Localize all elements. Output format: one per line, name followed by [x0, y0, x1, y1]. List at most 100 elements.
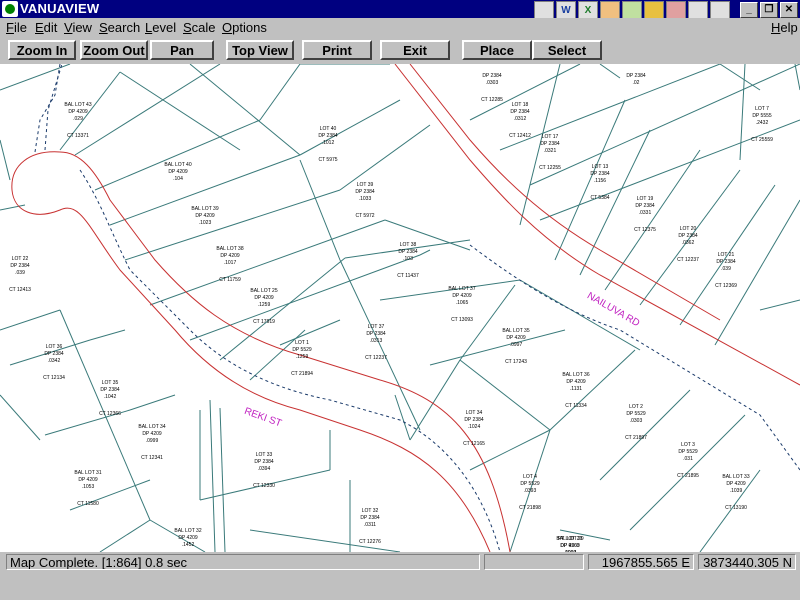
- status-northing: 3873440.305 N: [698, 554, 796, 570]
- lot-area-text: .0303: [630, 418, 643, 424]
- status-empty-panel: [484, 554, 584, 570]
- lot-dp-text: DP 2384: [44, 351, 64, 357]
- select-button[interactable]: Select: [532, 40, 602, 60]
- lot-dp-text: DP 4209: [452, 293, 472, 299]
- taskbar-tray: W X: [534, 0, 730, 19]
- lot-dp-text: DP 4209: [142, 431, 162, 437]
- zoom-in-button[interactable]: Zoom In: [8, 40, 76, 60]
- menu-help[interactable]: Help: [771, 20, 798, 35]
- lot-ct-text: CT 12412: [509, 133, 531, 139]
- lot-lot-text: LOT 4: [523, 474, 537, 480]
- status-easting: 1967855.565 E: [588, 554, 694, 570]
- pan-button[interactable]: Pan: [150, 40, 214, 60]
- lot-area-text: .1033: [359, 196, 372, 202]
- lot-ct-text: CT 5384: [590, 195, 609, 201]
- street-label-reki-st: REKI ST: [243, 406, 283, 430]
- menu-edit[interactable]: Edit: [35, 20, 57, 35]
- lot-lot-text: LOT 32: [362, 508, 379, 514]
- lot-area-text: .0303: [486, 80, 499, 86]
- powerpoint-icon[interactable]: [600, 1, 620, 19]
- lot-label: LOT 39DP 2384.1033 CT 5972: [355, 182, 375, 219]
- lot-lot-text: LOT 38: [400, 242, 417, 248]
- lot-ct-text: CT 21897: [625, 435, 647, 441]
- lot-ct-text: CT 12413: [9, 287, 31, 293]
- zoom-out-button[interactable]: Zoom Out: [80, 40, 148, 60]
- lot-ct-text: CT 17243: [505, 359, 527, 365]
- print-button[interactable]: Print: [302, 40, 372, 60]
- top-view-button[interactable]: Top View: [226, 40, 294, 60]
- lot-label: BAL LOT 31DP 4209.1053 CT 11580: [74, 470, 101, 507]
- lot-label: LOT 2DP 5529.0303 CT 21897: [625, 404, 647, 441]
- lot-ct-text: CT 12165: [463, 441, 485, 447]
- lot-label: LOT 34DP 2384.1024 CT 12165: [463, 410, 485, 447]
- lot-dp-text: DP 4209: [506, 335, 526, 341]
- menu-search[interactable]: Search: [99, 20, 140, 35]
- lot-lot-text: LOT 20: [680, 226, 697, 232]
- lot-label: LOT 37DP 2384.0313 CT 12237: [365, 324, 387, 361]
- map-canvas[interactable]: NAILUVA RD REKI ST BAL LOT 43 DP 4209.029…: [0, 64, 800, 552]
- menu-scale[interactable]: Scale: [183, 20, 216, 35]
- lot-area-text: .1259: [258, 302, 271, 308]
- excel-icon[interactable]: X: [578, 1, 598, 19]
- lot-ct-text: CT 21895: [677, 473, 699, 479]
- printer-icon[interactable]: [710, 1, 730, 19]
- lot-dp-text: DP 2384: [355, 189, 375, 195]
- lot-lot-text: LOT 34: [466, 410, 483, 416]
- menu-file[interactable]: File: [6, 20, 27, 35]
- lot-area-text: .039: [721, 266, 731, 272]
- lot-area-text: .039: [15, 270, 25, 276]
- restore-button[interactable]: ❐: [760, 2, 778, 18]
- toolbar: Zoom In Zoom Out Pan Top View Print Exit…: [0, 38, 800, 64]
- lot-area-text: .1259: [296, 354, 309, 360]
- lot-area-text: .0342: [48, 358, 61, 364]
- lot-dp-text: DP 4209: [195, 213, 215, 219]
- lot-area-text: .1017: [224, 260, 237, 266]
- lot-ct-text: CT 25559: [751, 137, 773, 143]
- access-icon[interactable]: [622, 1, 642, 19]
- word-icon[interactable]: W: [556, 1, 576, 19]
- lot-lot-text: BAL LOT 37: [448, 286, 475, 292]
- lot-ct-text: CT 12237: [365, 355, 387, 361]
- lot-label: LOT 7DP 5555.2432 CT 25559: [751, 106, 773, 143]
- lot-lot-text: LOT 39: [357, 182, 374, 188]
- lot-labels: BAL LOT 43DP 4209.029CT 13371LOT 40DP 23…: [9, 73, 773, 552]
- lot-ct-text: CT 12285: [481, 97, 503, 103]
- place-button[interactable]: Place: [462, 40, 532, 60]
- tray-app-icon[interactable]: [534, 1, 554, 19]
- lot-label: LOT 19DP 2384.0331 CT 12375: [634, 196, 656, 233]
- lot-dp-text: DP 2384: [540, 141, 560, 147]
- map-svg[interactable]: NAILUVA RD REKI ST BAL LOT 43DP 4209.029…: [0, 64, 800, 552]
- lot-lot-text: LOT 2: [629, 404, 643, 410]
- lot-label: BAL LOT 39DP 4209.1023: [191, 206, 218, 226]
- lot-lot-text: BAL LOT 25: [250, 288, 277, 294]
- clock-icon[interactable]: [644, 1, 664, 19]
- lot-lot-text: BAL LOT 36: [562, 372, 589, 378]
- lot-area-text: .0331: [639, 210, 652, 216]
- lot-area-text: .02: [633, 80, 640, 86]
- lot-dp-text: DP 2384: [464, 417, 484, 423]
- lot-dp-text: DP 5529: [626, 411, 646, 417]
- key-icon[interactable]: [666, 1, 686, 19]
- lot-label: BAL LOT 32DP 4209.1452CT 11323: [174, 528, 201, 548]
- lot-area-text: .0362: [682, 240, 695, 246]
- menu-options[interactable]: Options: [222, 20, 267, 35]
- menu-view[interactable]: View: [64, 20, 92, 35]
- lot-lot-text: LOT 1: [295, 340, 309, 346]
- exit-button[interactable]: Exit: [380, 40, 450, 60]
- lot-ct-text: CT 5975: [318, 157, 337, 163]
- lot-dp-text: DP 2384: [398, 249, 418, 255]
- window-title: VANUAVIEW: [20, 1, 100, 16]
- lot-label: LOT 18DP 2384.0312 CT 12412: [509, 102, 531, 139]
- lot-lot-text: LOT 36: [46, 344, 63, 350]
- lot-lot-text: BAL LOT 32: [174, 528, 201, 534]
- monitor-icon[interactable]: [688, 1, 708, 19]
- close-button[interactable]: ✕: [780, 2, 798, 18]
- lot-dp-text: DP 2384: [678, 233, 698, 239]
- lot-lot-text: LOT 40: [320, 126, 337, 132]
- lot-label: LOT 3DP 5529.031 CT 21895: [677, 442, 699, 479]
- lot-dp-text: DP 2384: [318, 133, 338, 139]
- minimize-button[interactable]: _: [740, 2, 758, 18]
- lot-ct-text: CT 12237: [677, 257, 699, 263]
- lot-ct-text: CT 13371: [67, 133, 89, 139]
- menu-level[interactable]: Level: [145, 20, 176, 35]
